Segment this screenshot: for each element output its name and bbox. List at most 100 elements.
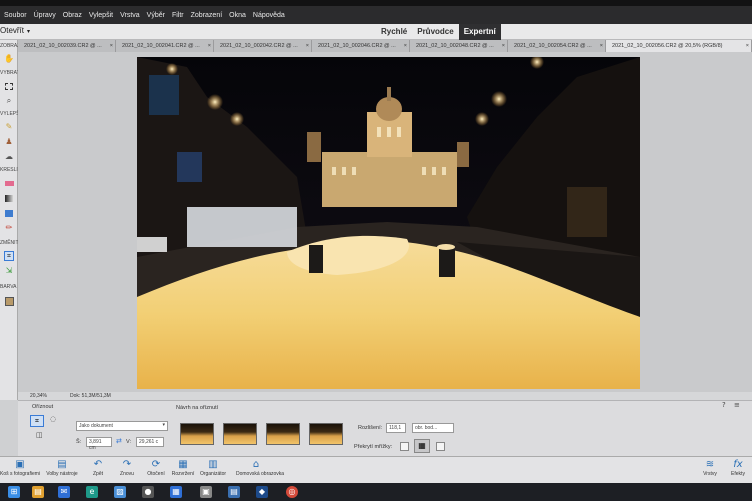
tool-options-button[interactable]: ▤ Volby nástroje <box>42 459 82 477</box>
photos-icon[interactable]: ▨ <box>114 486 126 498</box>
document-tabs: 2021_02_10_002039.CR2 @ ... × 2021_02_10_… <box>18 40 752 52</box>
close-icon[interactable]: × <box>306 43 309 52</box>
mode-bar: Otevřít ▾ Rychlé Průvodce Expertní <box>0 24 752 40</box>
menu-view[interactable]: Zobrazení <box>191 12 223 19</box>
crop-suggestions-label: Návrh na oříznutí <box>176 405 219 411</box>
hand-tool-icon[interactable]: ✋ <box>4 54 14 64</box>
tool-options-panel: Oříznout ⌗ ◌ ◫ Jako dokument ▾ Š: 3,891 c… <box>18 400 752 456</box>
close-icon[interactable]: × <box>746 43 749 52</box>
marquee-tool-icon[interactable] <box>4 81 14 91</box>
crop-tool-icon[interactable]: ⌗ <box>4 251 14 261</box>
photoshop-elements-window: Soubor Úpravy Obraz Vylepšit Vrstva Výbě… <box>0 0 752 501</box>
clone-stamp-icon[interactable]: ♟ <box>4 137 14 147</box>
doc-tab-label: 2021_02_10_002046.CR2 @ ... <box>318 43 396 49</box>
help-icon[interactable]: ? <box>722 401 726 409</box>
close-icon[interactable]: × <box>110 43 113 52</box>
preset-select[interactable]: Jako dokument ▾ <box>76 421 168 431</box>
doc-tab[interactable]: 2021_02_10_002042.CR2 @ ... × <box>214 40 312 52</box>
doc-tab[interactable]: 2021_02_10_002041.CR2 @ ... × <box>116 40 214 52</box>
close-icon[interactable]: × <box>404 43 407 52</box>
menu-image[interactable]: Obraz <box>63 12 82 19</box>
doc-tab-active[interactable]: 2021_02_10_002056.CR2 @ 20,5% (RGB/8) × <box>606 40 752 52</box>
height-field[interactable]: 29,261 c <box>136 437 164 447</box>
resolution-value: 118,1 <box>389 425 402 431</box>
app-icon[interactable]: ▣ <box>200 486 212 498</box>
quick-select-tool-icon[interactable]: ⌕ <box>4 96 14 106</box>
mode-guided[interactable]: Průvodce <box>412 24 458 40</box>
doc-tab[interactable]: 2021_02_10_002048.CR2 @ ... × <box>410 40 508 52</box>
home-screen-button[interactable]: ⌂ Domovská obrazovka <box>236 459 284 477</box>
swap-icon[interactable]: ⇄ <box>116 437 122 445</box>
tool-options-label: Volby nástroje <box>46 471 78 477</box>
crop-perspective-icon[interactable]: ◫ <box>36 431 43 439</box>
windows-taskbar: ⊞ ▤ ✉ e ▨ ● ▦ ▣ ▤ ◆ ◎ <box>0 483 752 501</box>
effects-button[interactable]: fx Efekty <box>724 459 752 477</box>
menu-layer[interactable]: Vrstva <box>120 12 140 19</box>
resolution-unit-select[interactable]: obr. bod... <box>412 423 454 433</box>
resolution-field[interactable]: 118,1 <box>386 423 406 433</box>
organizer-icon: ▥ <box>208 459 218 470</box>
photo-bin-button[interactable]: ▣ Koš s fotografiemi <box>0 459 40 477</box>
close-icon[interactable]: × <box>600 43 603 52</box>
close-icon[interactable]: × <box>208 43 211 52</box>
chrome-icon[interactable]: ◎ <box>286 486 298 498</box>
photoshop-elements-icon[interactable]: ◆ <box>256 486 268 498</box>
organizer-button[interactable]: ▥ Organizátor <box>193 459 233 477</box>
doc-tab[interactable]: 2021_02_10_002039.CR2 @ ... × <box>18 40 116 52</box>
menu-file[interactable]: Soubor <box>4 12 27 19</box>
menu-edit[interactable]: Úpravy <box>34 12 56 19</box>
app-icon[interactable]: ▦ <box>170 486 182 498</box>
layers-button[interactable]: ≋ Vrstvy <box>696 459 724 477</box>
shape-tool-icon[interactable] <box>4 208 14 218</box>
layout-icon: ▦ <box>178 459 188 470</box>
mode-expert[interactable]: Expertní <box>458 24 501 40</box>
crop-suggestion-thumb[interactable] <box>309 423 343 445</box>
menu-help[interactable]: Nápověda <box>253 12 285 19</box>
bottom-task-bar: ▣ Koš s fotografiemi ▤ Volby nástroje ↶ Zpě… <box>0 456 752 483</box>
color-swatch-icon[interactable] <box>4 296 14 306</box>
menu-icon[interactable]: ≡ <box>734 401 740 409</box>
status-bar: 20,34% Dok: 51,3M/51,3M <box>18 392 752 400</box>
menu-enhance[interactable]: Vylepšit <box>89 12 113 19</box>
gradient-tool-icon[interactable] <box>4 193 14 203</box>
edge-icon[interactable]: e <box>86 486 98 498</box>
zoom-level[interactable]: 20,34% <box>30 393 47 399</box>
doc-tab-label: 2021_02_10_002042.CR2 @ ... <box>220 43 298 49</box>
menu-filter[interactable]: Filtr <box>172 12 184 19</box>
crop-rect-icon[interactable]: ⌗ <box>30 415 44 427</box>
layers-icon: ≋ <box>705 459 715 470</box>
file-explorer-icon[interactable]: ▤ <box>32 486 44 498</box>
menu-select[interactable]: Výběr <box>147 12 165 19</box>
move-tool-icon[interactable]: ⇲ <box>4 266 14 276</box>
doc-tab[interactable]: 2021_02_10_002054.CR2 @ ... × <box>508 40 606 52</box>
grid-none-button[interactable] <box>400 442 409 451</box>
crop-lasso-icon[interactable]: ◌ <box>50 415 56 423</box>
width-field[interactable]: 3,891 cm <box>86 437 112 451</box>
width-label: Š: <box>76 439 82 445</box>
mail-icon[interactable]: ✉ <box>58 486 70 498</box>
start-icon[interactable]: ⊞ <box>8 486 20 498</box>
effects-label: Efekty <box>731 471 745 477</box>
grid-thirds-button[interactable]: ▦ <box>414 439 430 453</box>
home-screen-icon: ⌂ <box>252 459 260 470</box>
photo-bin-label: Koš s fotografiemi <box>0 471 41 477</box>
doc-tab[interactable]: 2021_02_10_002046.CR2 @ ... × <box>312 40 410 52</box>
width-value: 3,891 cm <box>89 439 102 451</box>
crop-suggestion-thumb[interactable] <box>180 423 214 445</box>
pencil-tool-icon[interactable]: ✏ <box>4 223 14 233</box>
menu-window[interactable]: Okna <box>229 12 246 19</box>
app-icon[interactable]: ● <box>142 486 154 498</box>
close-icon[interactable]: × <box>502 43 505 52</box>
grid-full-button[interactable] <box>436 442 445 451</box>
mode-quick[interactable]: Rychlé <box>376 24 412 40</box>
crop-suggestion-thumb[interactable] <box>266 423 300 445</box>
smudge-tool-icon[interactable]: ☁ <box>4 152 14 162</box>
doc-tab-label: 2021_02_10_002056.CR2 @ 20,5% (RGB/8) <box>612 43 723 49</box>
eraser-tool-icon[interactable] <box>4 178 14 188</box>
open-button[interactable]: Otevřít ▾ <box>0 26 30 35</box>
healing-brush-icon[interactable]: ✎ <box>4 122 14 132</box>
app-icon[interactable]: ▤ <box>228 486 240 498</box>
photo-canvas[interactable] <box>137 57 640 389</box>
crop-suggestion-thumb[interactable] <box>223 423 257 445</box>
section-select: VYBRAT <box>0 70 20 76</box>
